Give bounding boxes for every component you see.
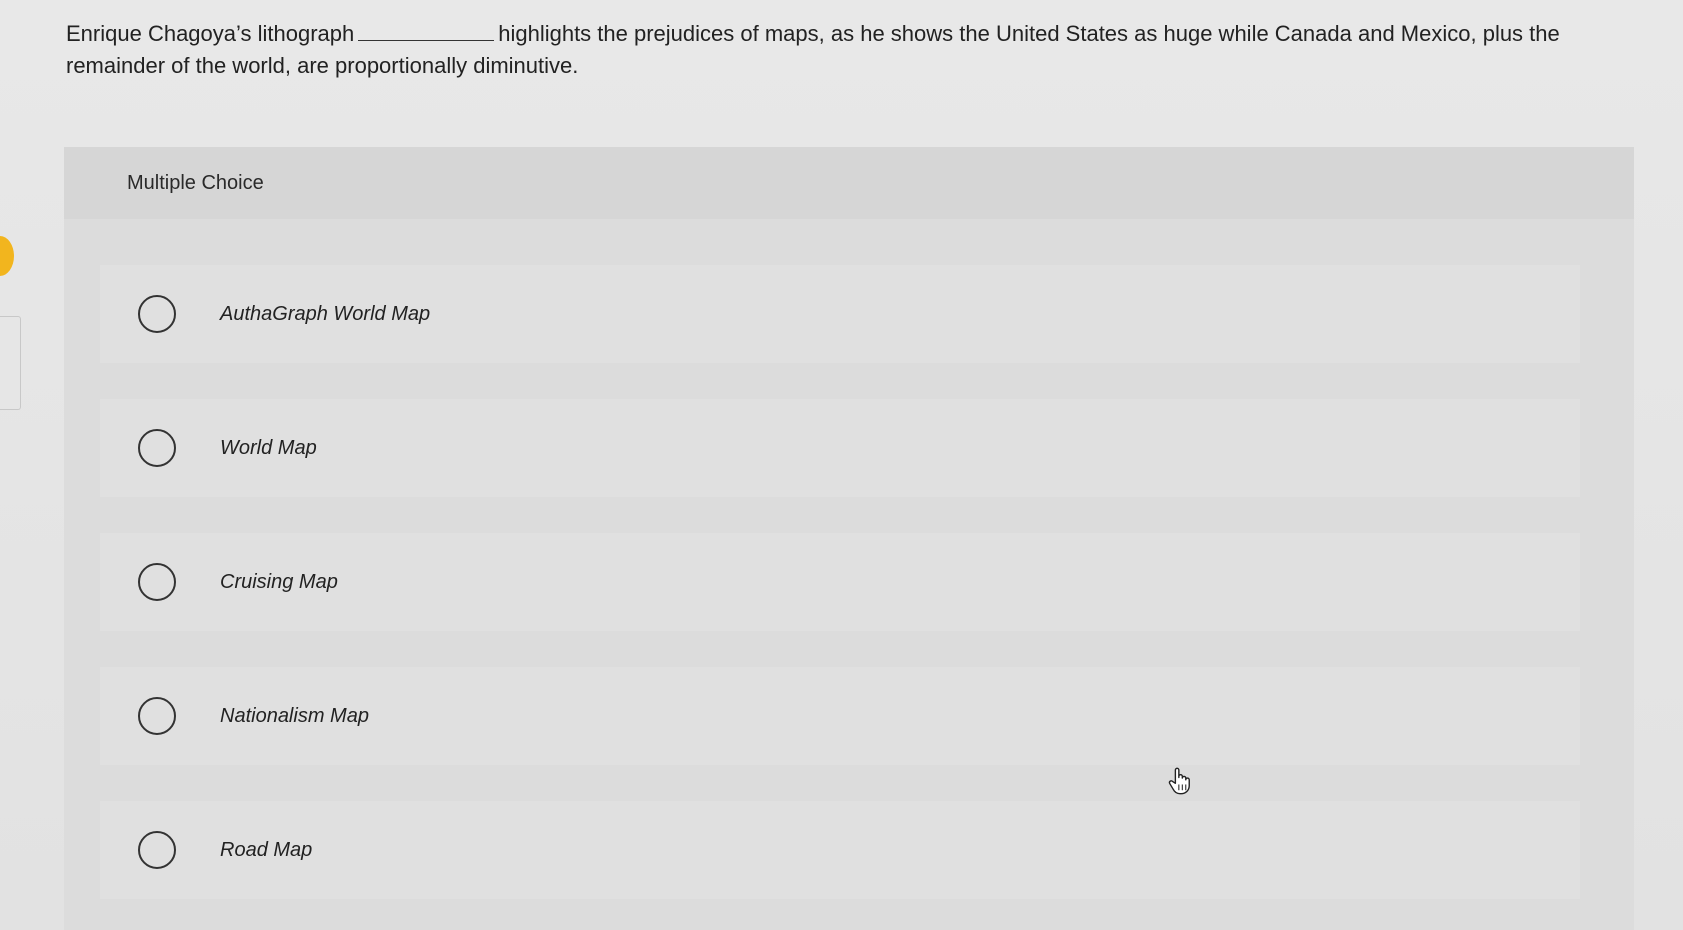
radio-unchecked-icon[interactable]: [138, 295, 176, 333]
option-road-map[interactable]: Road Map: [100, 801, 1580, 899]
question-text-before: Enrique Chagoya’s lithograph: [66, 21, 355, 46]
options-list: AuthaGraph World Map World Map Cruising …: [100, 265, 1580, 930]
option-world-map[interactable]: World Map: [100, 399, 1580, 497]
answer-blank: [358, 22, 495, 41]
radio-unchecked-icon[interactable]: [138, 831, 176, 869]
option-label: Cruising Map: [220, 570, 338, 593]
side-panel-tab[interactable]: [0, 316, 21, 410]
option-cruising-map[interactable]: Cruising Map: [100, 533, 1580, 631]
card-header: Multiple Choice: [64, 147, 1634, 219]
option-label: World Map: [220, 436, 317, 459]
option-authagraph-world-map[interactable]: AuthaGraph World Map: [100, 265, 1580, 363]
page: Enrique Chagoya’s lithograph highlights t…: [0, 0, 1683, 930]
option-nationalism-map[interactable]: Nationalism Map: [100, 667, 1580, 765]
option-label: AuthaGraph World Map: [220, 302, 431, 325]
flag-marker[interactable]: [0, 236, 14, 276]
radio-unchecked-icon[interactable]: [138, 563, 176, 601]
hand-pointer-icon: [1168, 767, 1190, 795]
option-label: Nationalism Map: [220, 704, 369, 727]
radio-unchecked-icon[interactable]: [138, 429, 176, 467]
option-label: Road Map: [220, 838, 313, 861]
radio-unchecked-icon[interactable]: [138, 697, 176, 735]
multiple-choice-card: Multiple Choice AuthaGraph World Map Wor…: [64, 147, 1634, 930]
question-text: Enrique Chagoya’s lithograph highlights t…: [66, 18, 1626, 82]
